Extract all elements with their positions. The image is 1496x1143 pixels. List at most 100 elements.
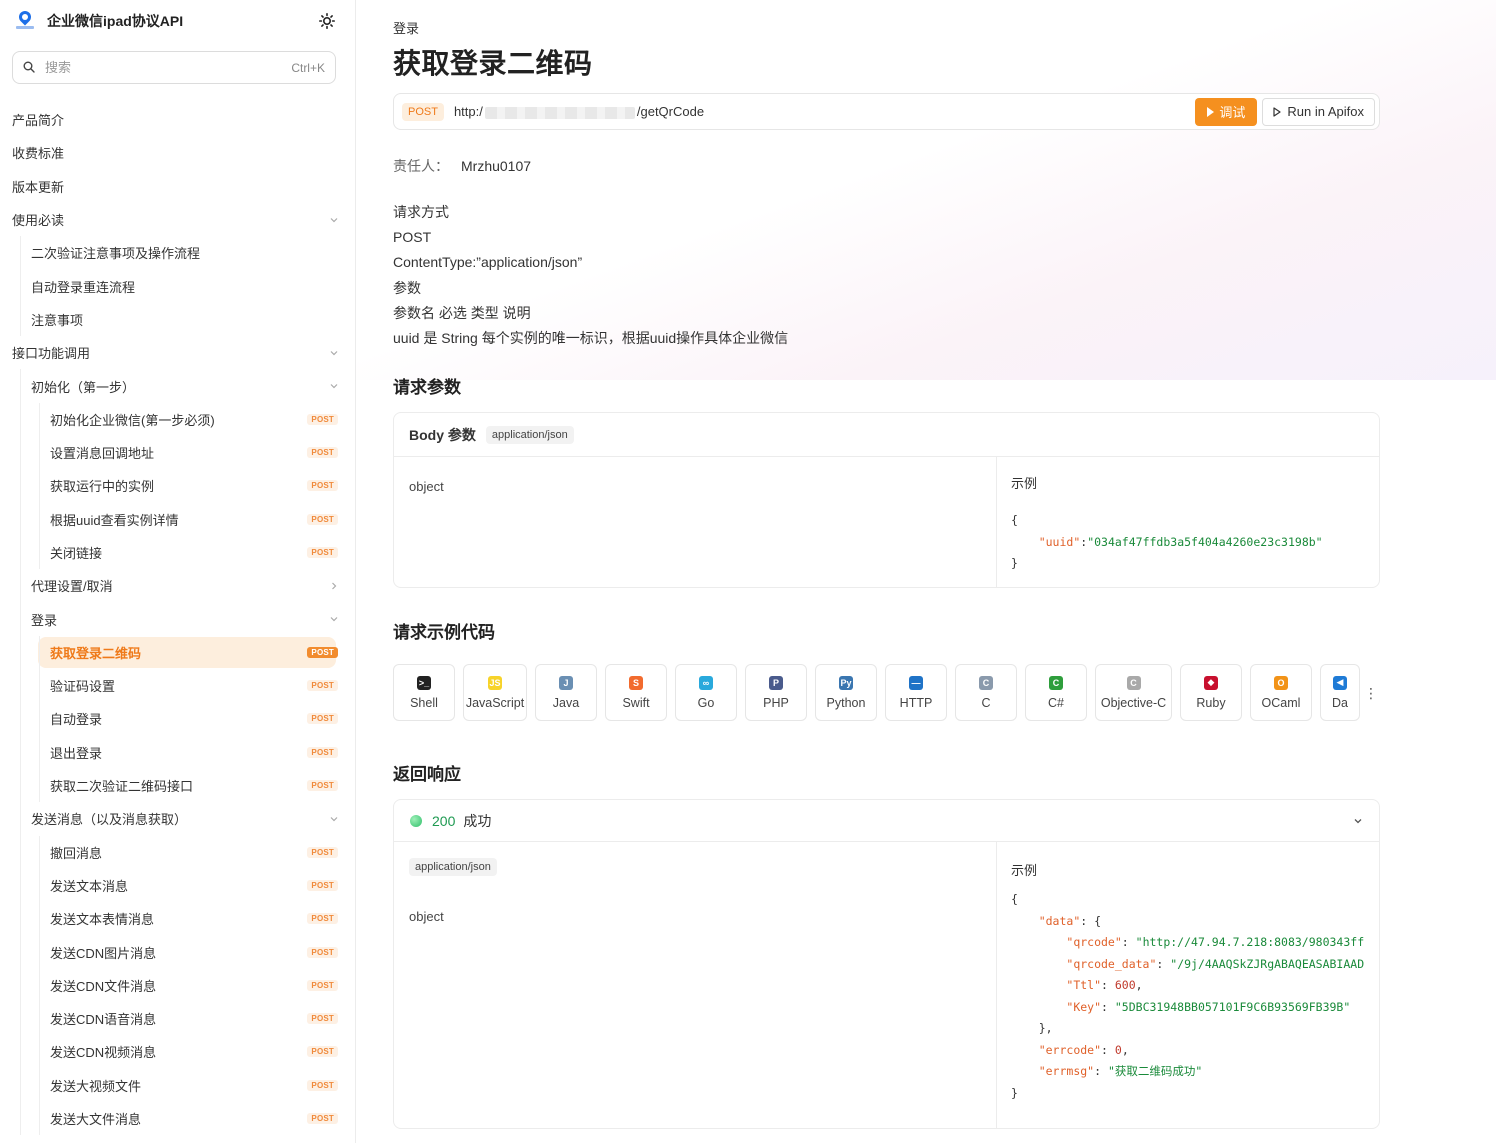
sidebar-item[interactable]: 撤回消息 POST — [0, 835, 355, 869]
sidebar-item-label: 获取二次验证二维码接口 — [50, 779, 194, 795]
status-text: 成功 — [463, 812, 492, 829]
run-in-apifox-button[interactable]: Run in Apifox — [1262, 97, 1375, 126]
sidebar-item[interactable]: 获取二次验证二维码接口 POST — [0, 768, 355, 803]
language-tab[interactable]: S Swift — [605, 664, 667, 721]
language-tab[interactable]: P PHP — [745, 664, 807, 721]
sidebar-item[interactable]: 初始化企业微信(第一步必须) POST — [0, 402, 355, 436]
sidebar-item[interactable]: 自动登录重连流程 — [0, 269, 355, 303]
sidebar-item[interactable]: 初始化（第一步） — [0, 369, 355, 403]
sidebar-item[interactable]: 代理设置/取消 — [0, 569, 355, 603]
debug-button-label: 调试 — [1219, 105, 1246, 120]
response-title: 返回响应 — [393, 765, 461, 784]
tree-guide-line — [39, 1101, 40, 1136]
tree-guide-line — [20, 602, 21, 636]
sidebar-item[interactable]: 二次验证注意事项及操作流程 — [0, 236, 355, 270]
sidebar-item[interactable]: 接口功能调用 — [0, 336, 355, 369]
request-example-code: { "uuid":"034af47ffdb3a5f404a4260e23c319… — [1011, 513, 1323, 570]
sidebar-item-label: 退出登录 — [50, 745, 103, 761]
chevron-down-icon[interactable] — [328, 380, 340, 392]
chevron-down-icon[interactable] — [328, 347, 340, 359]
response-status-row[interactable]: 200 成功 — [394, 800, 1379, 842]
language-tab[interactable]: JS JavaScript — [463, 664, 527, 721]
search-box[interactable]: Ctrl+K — [12, 51, 336, 84]
language-tab[interactable]: ◀ Da — [1320, 664, 1360, 721]
dart-icon: ◀ — [1333, 675, 1347, 690]
url-bar: POST http:/ /getQrCode 调试 Run in Apifox — [393, 93, 1380, 130]
sidebar-item[interactable]: 发送CDN图片消息 POST — [0, 935, 355, 969]
chevron-down-icon[interactable] — [1353, 813, 1363, 829]
chevron-down-icon[interactable] — [328, 214, 340, 226]
language-tab[interactable]: ◆ Ruby — [1180, 664, 1242, 721]
language-tab[interactable]: J Java — [535, 664, 597, 721]
sidebar-item-label: 初始化企业微信(第一步必须) — [50, 412, 215, 428]
owner-line: 责任人： Mrzhu0107 — [393, 156, 531, 176]
theme-toggle-icon[interactable] — [317, 11, 337, 31]
sidebar-item[interactable]: 根据uuid查看实例详情 POST — [0, 502, 355, 536]
sidebar-item[interactable]: 退出登录 POST — [0, 735, 355, 769]
tree-guide-line — [20, 402, 21, 436]
tree-guide-line — [39, 835, 40, 869]
sidebar-item[interactable]: 获取登录二维码 POST — [0, 635, 355, 670]
language-tab[interactable]: — HTTP — [885, 664, 947, 721]
sidebar-item[interactable]: 登录 — [0, 602, 355, 636]
breadcrumb[interactable]: 登录 — [393, 18, 419, 37]
language-tab[interactable]: O OCaml — [1250, 664, 1312, 721]
sidebar-item[interactable]: 收费标准 — [0, 136, 355, 169]
sidebar-item[interactable]: 发送大视频文件 POST — [0, 1068, 355, 1102]
sidebar-item[interactable]: 验证码设置 POST — [0, 669, 355, 703]
tree-guide-line — [39, 868, 40, 903]
sidebar-item[interactable]: 注意事项 — [0, 302, 355, 337]
language-tab[interactable]: C Objective-C — [1095, 664, 1172, 721]
more-vertical-icon[interactable]: ⋮ — [1364, 686, 1378, 700]
desc-line: 请求方式 — [393, 204, 449, 220]
chevron-right-icon[interactable] — [328, 580, 340, 592]
sidebar-item[interactable]: 产品简介 — [0, 103, 355, 136]
sidebar-item[interactable]: 获取运行中的实例 POST — [0, 469, 355, 503]
sidebar-item[interactable]: 发送CDN视频消息 POST — [0, 1035, 355, 1069]
debug-button[interactable]: 调试 — [1195, 97, 1258, 126]
language-tab[interactable]: CC — [955, 664, 1017, 721]
method-tag: POST — [307, 480, 338, 492]
sidebar-item-label: 关闭链接 — [50, 546, 103, 561]
sidebar-item[interactable]: 使用必读 — [0, 203, 355, 236]
sidebar-item[interactable]: 版本更新 — [0, 170, 355, 203]
sidebar-item-label: 发送大文件消息 — [50, 1112, 142, 1128]
status-dot-icon — [410, 814, 422, 827]
method-tag: POST — [307, 1013, 338, 1025]
sidebar-item-label: 二次验证注意事项及操作流程 — [31, 246, 201, 262]
sidebar-item[interactable]: 发送文本表情消息 POST — [0, 902, 355, 936]
language-tab[interactable]: ∞ Go — [675, 664, 737, 721]
sidebar: 企业微信ipad协议API Ctrl+K 产品简介收费标准版本更新使用必读二次验… — [0, 0, 356, 1143]
chevron-down-icon[interactable] — [328, 613, 340, 625]
tree-guide-line — [39, 968, 40, 1003]
sidebar-item-label: 自动登录重连流程 — [31, 279, 136, 295]
tree-guide-line — [20, 269, 21, 303]
sidebar-item[interactable]: 关闭链接 POST — [0, 535, 355, 570]
method-tag: POST — [307, 713, 338, 725]
sidebar-item[interactable]: 发送大文件消息 POST — [0, 1101, 355, 1136]
chevron-down-icon[interactable] — [328, 813, 340, 825]
sidebar-item[interactable]: 设置消息回调地址 POST — [0, 435, 355, 470]
app-logo-icon — [15, 8, 35, 31]
url-suffix: /getQrCode — [636, 104, 705, 119]
method-tag: POST — [307, 913, 338, 925]
tree-guide-line — [20, 835, 21, 869]
request-params-title: 请求参数 — [393, 378, 461, 397]
tree-guide-line — [20, 369, 21, 403]
sidebar-item[interactable]: 发送消息（以及消息获取） — [0, 802, 355, 836]
search-input[interactable] — [45, 60, 292, 75]
sidebar-item[interactable]: 自动登录 POST — [0, 702, 355, 736]
method-tag: POST — [307, 746, 338, 758]
language-tab[interactable]: C C# — [1025, 664, 1087, 721]
sidebar-item[interactable]: 发送CDN语音消息 POST — [0, 1002, 355, 1036]
url-prefix: http:/ — [453, 104, 483, 119]
desc-line: 参数 — [393, 279, 421, 296]
language-tab[interactable]: Py Python — [815, 664, 877, 721]
language-tab[interactable]: >_ Shell — [393, 664, 455, 721]
sidebar-item[interactable]: 发送文本消息 POST — [0, 868, 355, 903]
body-params-label: Body 参数 — [409, 426, 476, 443]
sidebar-item[interactable]: 发送CDN文件消息 POST — [0, 968, 355, 1003]
sidebar-item-label: 获取登录二维码 — [50, 645, 142, 661]
endpoint-url[interactable]: http:/ /getQrCode — [454, 104, 1195, 119]
sidebar-item-label: 发送CDN文件消息 — [50, 978, 157, 994]
